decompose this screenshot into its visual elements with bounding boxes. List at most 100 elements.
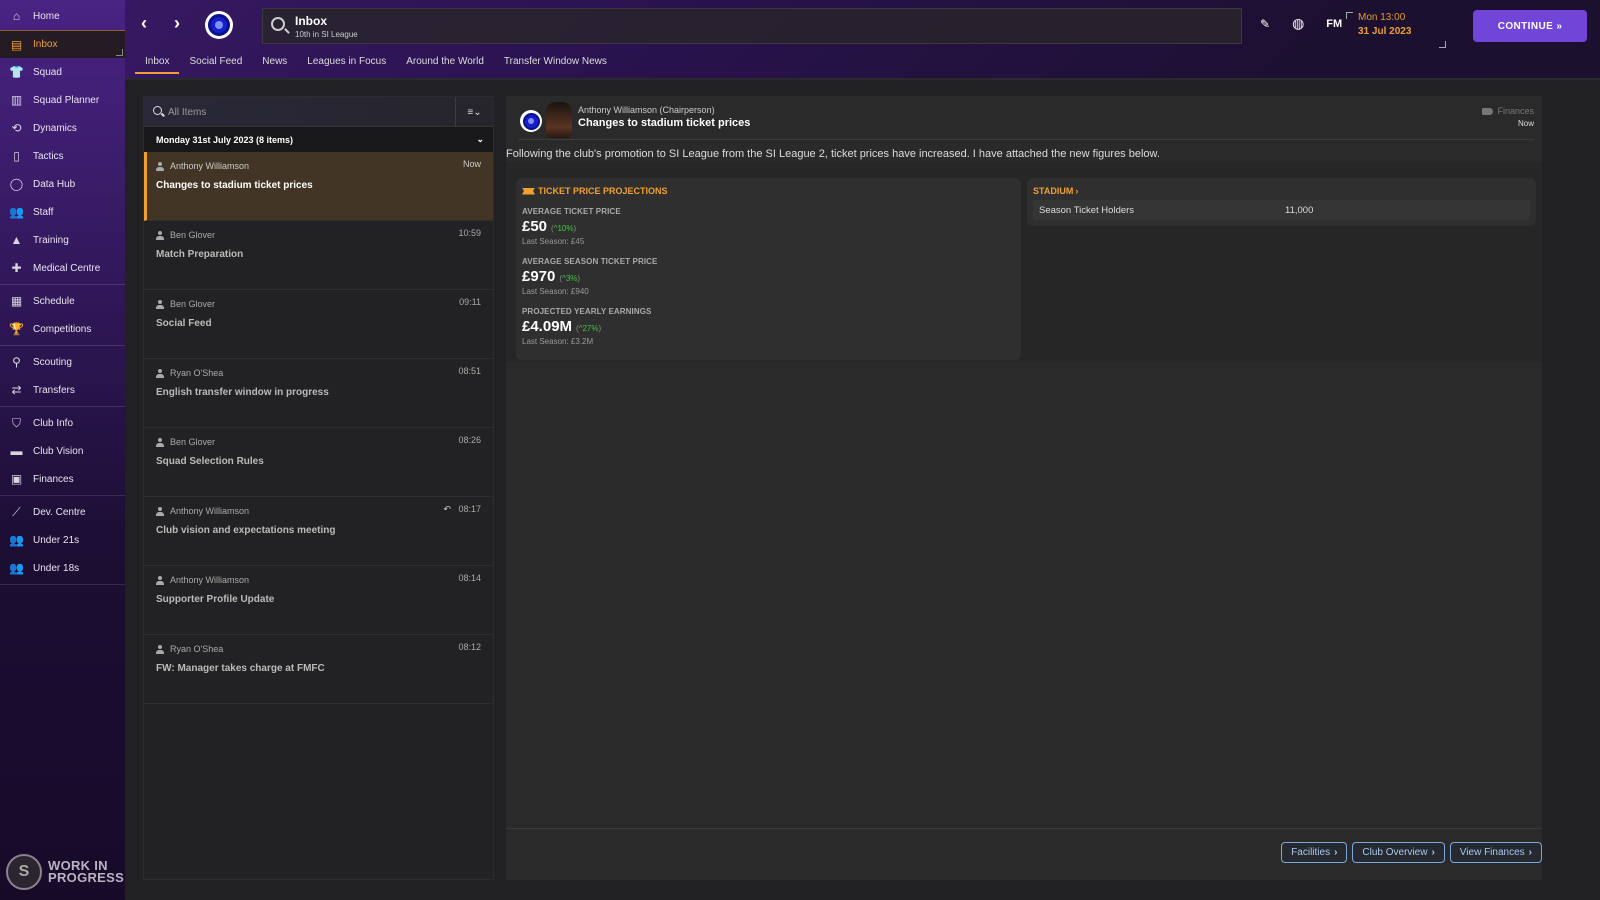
stat-change: (^10%) <box>551 224 577 233</box>
stadium-link[interactable]: STADIUM › <box>1033 186 1530 196</box>
person-icon <box>156 230 164 240</box>
message-subject: FW: Manager takes charge at FMFC <box>156 663 325 674</box>
sidebar-item-label: Transfers <box>33 384 75 396</box>
sidebar-item-finances[interactable]: ▣ Finances <box>0 465 125 493</box>
club-badge-icon[interactable] <box>205 11 233 39</box>
tab-leagues-in-focus[interactable]: Leagues in Focus <box>297 48 396 76</box>
sidebar-item-tactics[interactable]: ▯ Tactics <box>0 142 125 170</box>
briefcase-icon: ▬ <box>10 444 23 458</box>
inbox-icon: ▤ <box>10 37 23 52</box>
sidebar-item-medical-centre[interactable]: ✚ Medical Centre <box>0 254 125 282</box>
sidebar-group: ⚲ Scouting ⇄ Transfers <box>0 346 125 407</box>
action-buttons: Facilities › Club Overview › View Finances › <box>1281 842 1542 863</box>
message-header: Anthony Williamson (Chairperson) Changes… <box>518 102 1534 140</box>
dev-centre-icon: ⟋ <box>12 504 21 519</box>
training-cone-icon: ▲ <box>10 233 23 247</box>
sidebar-item-label: Staff <box>33 206 54 218</box>
stadium-row-value: 11,000 <box>1285 204 1314 216</box>
sort-menu-button[interactable]: ≡⌄ <box>455 97 493 127</box>
inbox-search-input[interactable] <box>168 103 438 121</box>
projection-stat: AVERAGE SEASON TICKET PRICE £970 (^3%) Last… <box>522 257 1015 296</box>
sender-avatar[interactable] <box>546 102 572 138</box>
u18-icon: 👥 <box>9 561 24 575</box>
sidebar-item-under-18s[interactable]: 👥 Under 18s <box>0 554 125 582</box>
shirt-icon: 👕 <box>9 65 24 79</box>
tab-inbox[interactable]: Inbox <box>135 48 180 76</box>
message-list-item[interactable]: Ben Glover 10:59 Match Preparation <box>144 221 493 290</box>
sidebar-item-dynamics[interactable]: ⟲ Dynamics <box>0 114 125 142</box>
edit-pencil-icon[interactable]: ✎ <box>1260 17 1270 31</box>
sidebar-item-home[interactable]: ⌂ Home <box>0 2 125 30</box>
calendar-icon: ▦ <box>10 294 23 308</box>
home-icon: ⌂ <box>12 9 21 23</box>
message-list-item[interactable]: Anthony Williamson ↶ 08:17 Club vision and … <box>144 497 493 566</box>
message-sender: Ben Glover <box>170 230 216 240</box>
app-window: ⌂ Home ▤ Inbox 👕 Squad ▥ Squad Planner ⟲ Dynamics… <box>0 0 1600 900</box>
message-list-item[interactable]: Anthony Williamson 08:14 Supporter Profile… <box>144 566 493 635</box>
sports-interactive-badge-icon: S <box>6 854 42 890</box>
forward-button[interactable]: › <box>174 13 180 34</box>
sidebar-item-club-vision[interactable]: ▬ Club Vision <box>0 437 125 465</box>
sidebar-item-label: Under 18s <box>33 562 80 574</box>
staff-icon: 👥 <box>9 205 24 219</box>
message-list-item[interactable]: Ryan O'Shea 08:51 English transfer window … <box>144 359 493 428</box>
category-label: Finances <box>1497 106 1534 116</box>
chevron-right-icon: › <box>1334 847 1338 858</box>
transfer-arrows-icon: ⇄ <box>11 383 22 397</box>
message-subject: Social Feed <box>156 318 212 329</box>
message-list-item[interactable]: Ben Glover 08:26 Squad Selection Rules <box>144 428 493 497</box>
message-detail-panel: Anthony Williamson (Chairperson) Changes… <box>506 96 1542 880</box>
sidebar-item-club-info[interactable]: ⛉ Club Info <box>0 409 125 437</box>
sidebar-item-staff[interactable]: 👥 Staff <box>0 198 125 226</box>
sidebar-item-transfers[interactable]: ⇄ Transfers <box>0 376 125 404</box>
sidebar-group: ⛉ Club Info ▬ Club Vision ▣ Finances <box>0 407 125 496</box>
tab-social-feed[interactable]: Social Feed <box>179 48 252 76</box>
message-subject: Squad Selection Rules <box>156 456 264 467</box>
message-list-item[interactable]: Anthony Williamson Now Changes to stadium … <box>144 152 493 221</box>
message-list-item[interactable]: Ben Glover 09:11 Social Feed <box>144 290 493 359</box>
game-date[interactable]: Mon 13:00 31 Jul 2023 <box>1346 12 1446 48</box>
sidebar-item-squad-planner[interactable]: ▥ Squad Planner <box>0 86 125 114</box>
world-globe-icon[interactable]: ◍ <box>1292 15 1304 32</box>
stat-last-season: Last Season: £3.2M <box>522 337 594 346</box>
stat-value: £970 <box>522 268 556 285</box>
wip-line2: PROGRESS <box>48 870 125 885</box>
sidebar-item-under-21s[interactable]: 👥 Under 21s <box>0 526 125 554</box>
sidebar-item-scouting[interactable]: ⚲ Scouting <box>0 348 125 376</box>
continue-button[interactable]: CONTINUE » <box>1473 10 1587 42</box>
message-list-item[interactable]: Ryan O'Shea 08:12 FW: Manager takes charge… <box>144 635 493 704</box>
page-search-bar[interactable]: Inbox 10th in SI League <box>262 8 1242 44</box>
sidebar-item-squad[interactable]: 👕 Squad <box>0 58 125 86</box>
sidebar-item-schedule[interactable]: ▦ Schedule <box>0 287 125 315</box>
tab-transfer-window-news[interactable]: Transfer Window News <box>494 48 617 76</box>
date-group-header[interactable]: Monday 31st July 2023 (8 items) ⌄ <box>144 127 493 152</box>
back-button[interactable]: ‹ <box>141 13 147 34</box>
message-subject: English transfer window in progress <box>156 387 329 398</box>
ticket-price-projections-card: TICKET PRICE PROJECTIONS AVERAGE TICKET … <box>516 178 1021 360</box>
sidebar-item-label: Squad <box>33 66 62 78</box>
sidebar-item-data-hub[interactable]: ◯ Data Hub <box>0 170 125 198</box>
projections-title: TICKET PRICE PROJECTIONS <box>538 186 668 196</box>
view-finances-button[interactable]: View Finances › <box>1449 842 1542 863</box>
club-overview-button[interactable]: Club Overview › <box>1352 842 1445 863</box>
sidebar-item-dev-centre[interactable]: ⟋ Dev. Centre <box>0 498 125 526</box>
sidebar-nav: ⌂ Home ▤ Inbox 👕 Squad ▥ Squad Planner ⟲ Dynamics… <box>0 0 125 585</box>
chevron-down-icon: ⌄ <box>476 134 484 144</box>
stat-change: (^3%) <box>559 274 581 283</box>
sidebar-item-competitions[interactable]: 🏆 Competitions <box>0 315 125 343</box>
inbox-tabs: Inbox Social Feed News Leagues in Focus Arou… <box>135 48 617 76</box>
replied-icon: ↶ <box>443 504 451 514</box>
sender-name[interactable]: Anthony Williamson <box>578 105 657 115</box>
tab-around-the-world[interactable]: Around the World <box>396 48 494 76</box>
trophy-icon: 🏆 <box>9 322 24 336</box>
facilities-button[interactable]: Facilities › <box>1281 842 1348 863</box>
fm-menu-button[interactable]: FM <box>1326 18 1342 30</box>
ticket-icon <box>522 187 535 195</box>
search-icon <box>153 106 162 115</box>
sidebar-item-inbox[interactable]: ▤ Inbox <box>0 30 125 58</box>
sidebar-item-training[interactable]: ▲ Training <box>0 226 125 254</box>
stat-last-season: Last Season: £940 <box>522 287 589 296</box>
sidebar-item-label: Club Info <box>33 417 74 429</box>
person-icon <box>156 506 164 516</box>
tab-news[interactable]: News <box>252 48 297 76</box>
